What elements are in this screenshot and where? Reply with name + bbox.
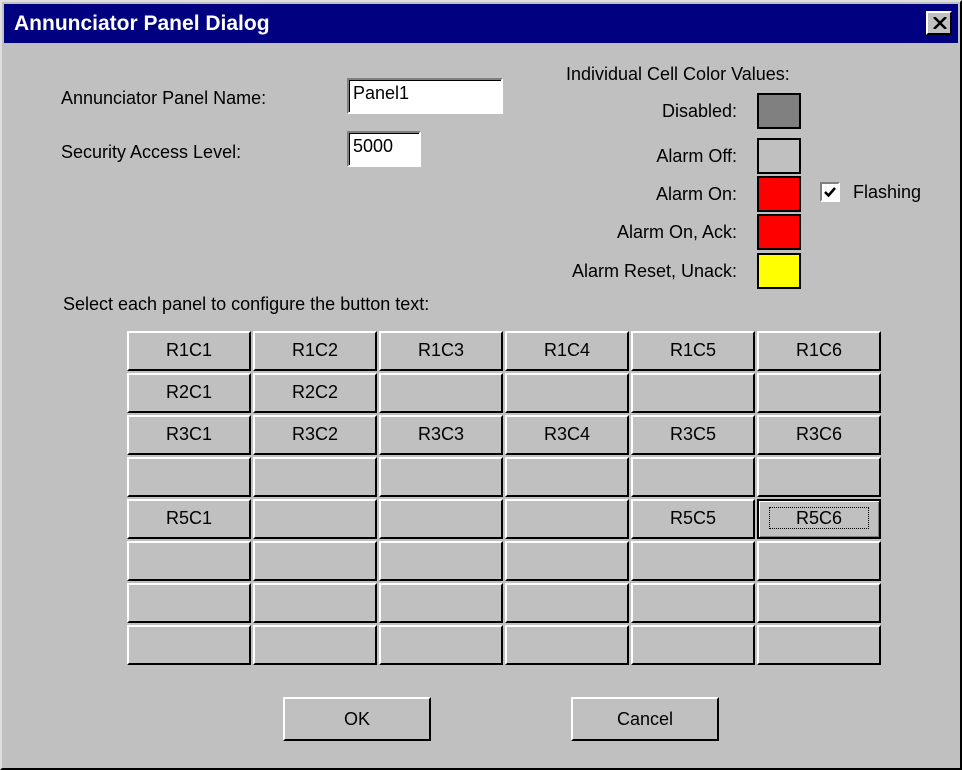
grid-cell[interactable]	[505, 541, 629, 581]
color-swatch[interactable]	[757, 93, 801, 129]
panel-name-value: Panel1	[353, 83, 410, 103]
grid-cell[interactable]: R2C1	[127, 373, 251, 413]
grid-cell[interactable]: R1C5	[631, 331, 755, 371]
grid-cell-label: R2C1	[165, 382, 213, 402]
grid-cell-label: R5C5	[669, 508, 717, 528]
grid-cell-label: R1C3	[417, 340, 465, 360]
grid-cell-label: R1C2	[291, 340, 339, 360]
grid-cell[interactable]	[127, 583, 251, 623]
grid-cell[interactable]	[505, 457, 629, 497]
close-icon	[933, 17, 947, 29]
grid-cell[interactable]	[253, 457, 377, 497]
grid-cell[interactable]	[127, 541, 251, 581]
grid-instructions: Select each panel to configure the butto…	[63, 294, 430, 314]
grid-cell[interactable]: R5C1	[127, 499, 251, 539]
color-label: Disabled:	[661, 101, 737, 121]
grid-cell[interactable]	[505, 499, 629, 539]
grid-cell[interactable]	[505, 373, 629, 413]
color-label: Alarm Off:	[656, 146, 737, 166]
grid-cell-label: R2C2	[291, 382, 339, 402]
grid-cell[interactable]: R5C6	[757, 499, 881, 539]
grid-cell-label: R1C4	[543, 340, 591, 360]
grid-cell-label: R3C3	[417, 424, 465, 444]
checkmark-icon	[824, 187, 836, 198]
grid-cell[interactable]	[505, 625, 629, 665]
grid-cell-label: R3C6	[795, 424, 843, 444]
grid-cell[interactable]	[757, 457, 881, 497]
security-level-value: 5000	[353, 136, 394, 156]
grid-cell[interactable]	[253, 541, 377, 581]
grid-cell-label: R1C5	[669, 340, 717, 360]
color-swatch[interactable]	[757, 176, 801, 212]
grid-cell[interactable]	[757, 373, 881, 413]
grid-cell[interactable]	[127, 625, 251, 665]
close-button[interactable]	[926, 11, 952, 35]
grid-cell-label: R5C6	[768, 507, 870, 529]
grid-cell[interactable]: R3C6	[757, 415, 881, 455]
grid-cell[interactable]	[757, 625, 881, 665]
grid-cell[interactable]: R3C4	[505, 415, 629, 455]
grid-cell[interactable]	[253, 583, 377, 623]
security-level-label: Security Access Level:	[61, 142, 242, 162]
grid-cell[interactable]	[631, 583, 755, 623]
grid-cell[interactable]	[379, 583, 503, 623]
color-swatch[interactable]	[757, 138, 801, 174]
grid-cell[interactable]: R3C3	[379, 415, 503, 455]
grid-cell[interactable]: R2C2	[253, 373, 377, 413]
grid-cell-label: R3C5	[669, 424, 717, 444]
grid-cell[interactable]: R3C5	[631, 415, 755, 455]
grid-cell[interactable]: R1C6	[757, 331, 881, 371]
flashing-checkbox[interactable]	[820, 182, 840, 202]
grid-cell[interactable]	[505, 583, 629, 623]
security-level-input[interactable]: 5000	[347, 131, 421, 167]
grid-cell[interactable]: R1C1	[127, 331, 251, 371]
cancel-button[interactable]: Cancel	[571, 697, 719, 741]
grid-cell[interactable]	[253, 499, 377, 539]
color-label: Alarm Reset, Unack:	[571, 261, 737, 281]
grid-cell[interactable]: R1C3	[379, 331, 503, 371]
grid-cell[interactable]	[757, 541, 881, 581]
ok-button[interactable]: OK	[283, 697, 431, 741]
title-bar[interactable]: Annunciator Panel Dialog	[4, 4, 958, 43]
panel-name-label: Annunciator Panel Name:	[61, 88, 267, 108]
grid-cell[interactable]	[631, 373, 755, 413]
grid-cell[interactable]	[253, 625, 377, 665]
grid-cell-label: R3C2	[291, 424, 339, 444]
grid-cell-label: R3C4	[543, 424, 591, 444]
grid-cell[interactable]: R1C2	[253, 331, 377, 371]
grid-cell-label: R5C1	[165, 508, 213, 528]
grid-cell[interactable]	[127, 457, 251, 497]
grid-cell[interactable]: R3C2	[253, 415, 377, 455]
color-label: Alarm On, Ack:	[616, 222, 737, 242]
grid-cell[interactable]	[379, 499, 503, 539]
color-swatch[interactable]	[757, 253, 801, 289]
panel-name-input[interactable]: Panel1	[347, 78, 503, 114]
flashing-label: Flashing	[853, 182, 922, 202]
window-title: Annunciator Panel Dialog	[14, 12, 270, 35]
grid-cell[interactable]	[631, 457, 755, 497]
color-values-heading: Individual Cell Color Values:	[566, 64, 790, 84]
grid-cell[interactable]: R1C4	[505, 331, 629, 371]
grid-cell-label: R1C6	[795, 340, 843, 360]
grid-cell[interactable]	[379, 373, 503, 413]
grid-cell[interactable]	[631, 541, 755, 581]
color-swatch[interactable]	[757, 214, 801, 250]
color-label: Alarm On:	[655, 184, 737, 204]
grid-cell[interactable]	[379, 541, 503, 581]
grid-cell-label: R3C1	[165, 424, 213, 444]
grid-cell[interactable]: R5C5	[631, 499, 755, 539]
grid-cell-label: R1C1	[165, 340, 213, 360]
grid-cell[interactable]	[379, 457, 503, 497]
grid-cell[interactable]: R3C1	[127, 415, 251, 455]
grid-cell[interactable]	[631, 625, 755, 665]
grid-cell[interactable]	[757, 583, 881, 623]
grid-cell[interactable]	[379, 625, 503, 665]
